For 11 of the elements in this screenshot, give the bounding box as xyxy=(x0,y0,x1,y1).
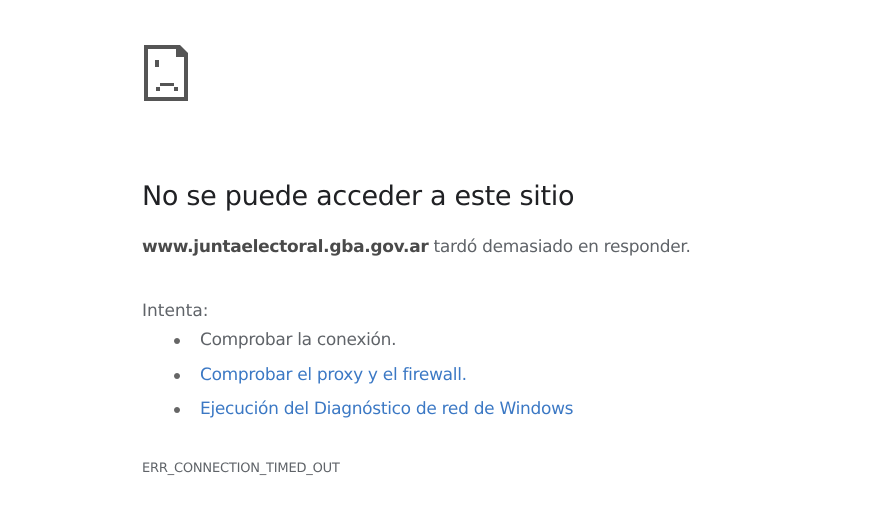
error-message: www.juntaelectoral.gba.gov.ar tardó demasiado en responder. xyxy=(142,236,692,260)
suggestion-link[interactable]: Ejecución del Diagnóstico de red de Windows xyxy=(200,397,574,423)
bullet-icon xyxy=(174,338,180,344)
suggestions-label: Intenta: xyxy=(142,300,210,323)
bullet-icon xyxy=(174,407,180,414)
error-code: ERR_CONNECTION_TIMED_OUT xyxy=(142,460,341,478)
suggestion-link[interactable]: Comprobar el proxy y el firewall. xyxy=(200,362,467,388)
suggestion-text: Comprobar la conexión. xyxy=(200,329,396,352)
bullet-icon xyxy=(174,372,180,379)
sad-page-icon xyxy=(142,43,190,103)
page-heading: No se puede acceder a este sitio xyxy=(142,181,576,214)
